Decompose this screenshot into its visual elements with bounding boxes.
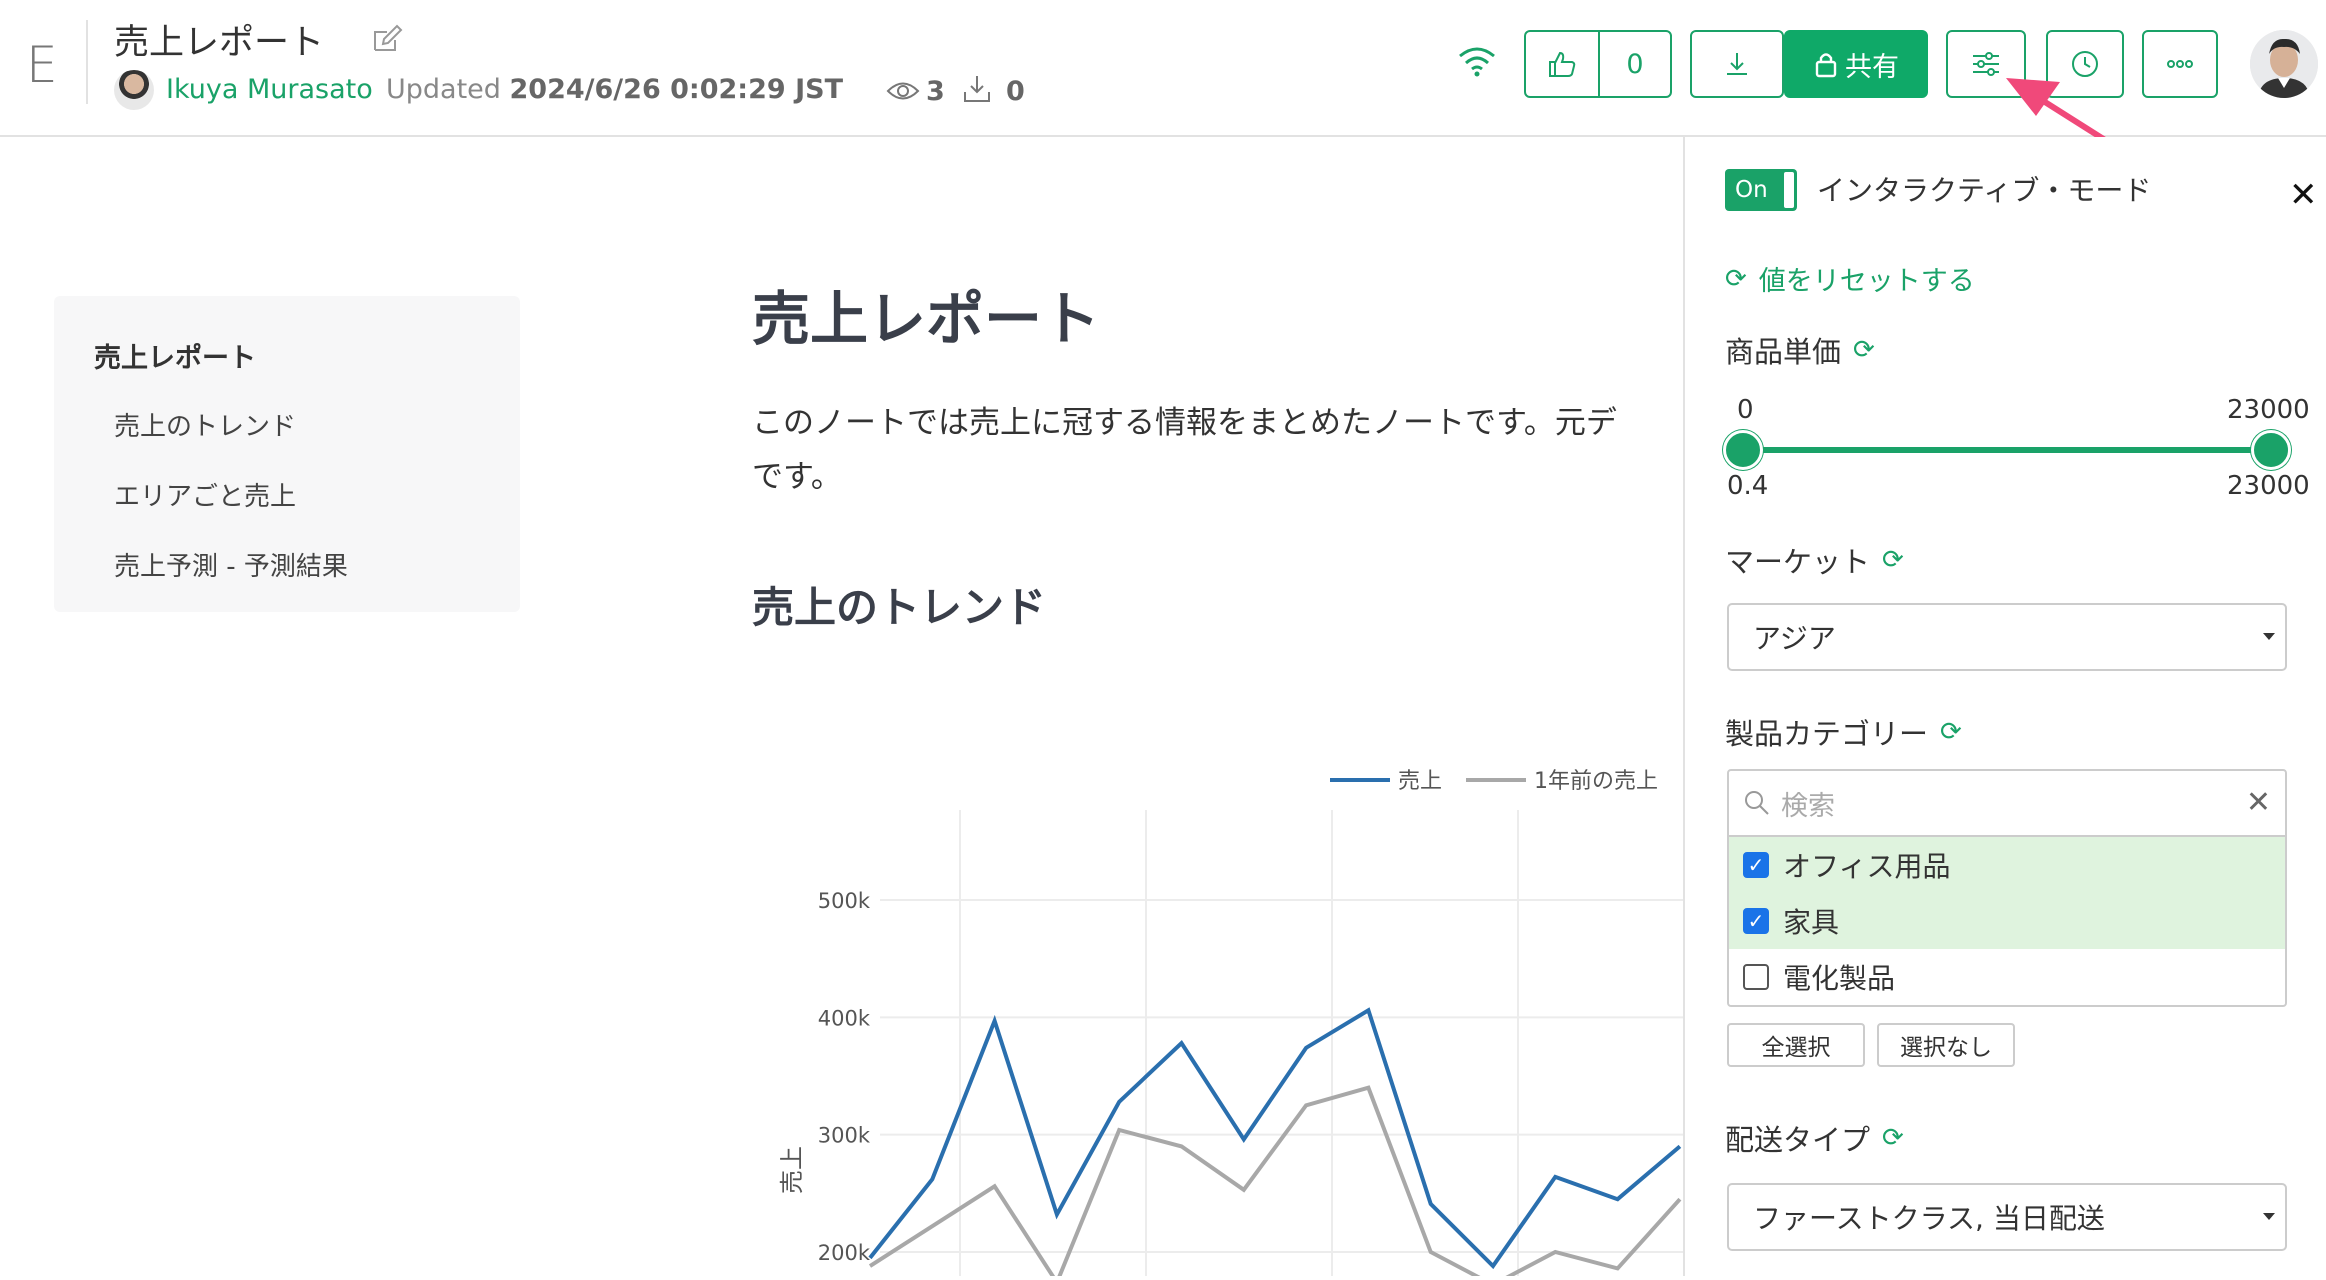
checkbox-checked-icon[interactable]: ✓: [1743, 852, 1769, 878]
edit-icon[interactable]: [371, 24, 403, 56]
shipping-select[interactable]: ファーストクラス, 当日配送: [1727, 1183, 2287, 1251]
shipping-section-label: 配送タイプ ⟳: [1725, 1117, 1904, 1159]
toc-title[interactable]: 売上レポート: [94, 336, 256, 375]
like-button[interactable]: [1526, 32, 1598, 96]
chart-y-axis-label: 売上: [778, 1146, 806, 1194]
reset-values-link[interactable]: ⟳ 値をリセットする: [1725, 259, 1975, 298]
checkbox-checked-icon[interactable]: ✓: [1743, 908, 1769, 934]
updated-prefix: Updated: [386, 74, 501, 105]
refresh-icon: ⟳: [1725, 263, 1747, 294]
market-select[interactable]: アジア: [1727, 603, 2287, 671]
chart-y-tick-label: 500k: [818, 889, 871, 913]
sales-trend-chart: 200k 300k 400k 500k 売上 売上 1年前の売上: [760, 750, 1684, 1280]
price-max-value: 23000: [2227, 471, 2310, 501]
updated-time: 2024/6/26 0:02:29 JST: [509, 74, 843, 105]
checkbox-unchecked-icon[interactable]: [1743, 964, 1769, 990]
price-label: 商品単価: [1725, 335, 1842, 369]
chart-legend-label: 1年前の売上: [1534, 769, 1658, 794]
author-link[interactable]: Ikuya Murasato: [166, 74, 373, 105]
author-avatar[interactable]: [114, 70, 154, 110]
description-line-2: です。: [752, 459, 842, 495]
download-count-icon: [964, 76, 990, 102]
table-of-contents: 売上レポート 売上のトレンド エリアごと売上 売上予測 - 予測結果: [54, 296, 520, 612]
close-icon[interactable]: ✕: [2289, 175, 2318, 215]
description-line-1: このノートでは売上に冠する情報をまとめたノートです。元デ: [752, 405, 1617, 441]
price-min-label: 0: [1737, 395, 1754, 425]
download-count: 0: [1006, 76, 1025, 107]
share-button[interactable]: 共有: [1784, 30, 1928, 98]
toggle-knob: [1784, 172, 1794, 208]
download-icon: [1727, 53, 1747, 75]
price-slider-track[interactable]: [1741, 447, 2271, 453]
price-slider-max-handle[interactable]: [2251, 430, 2291, 470]
report-heading: 売上レポート: [752, 285, 1101, 353]
toc-item-forecast[interactable]: 売上予測 - 予測結果: [114, 546, 348, 583]
eye-icon: [886, 82, 920, 100]
market-label: マーケット: [1725, 545, 1871, 579]
header: E 売上レポート Ikuya Murasato Updated 2024/6/2…: [0, 0, 2326, 137]
category-section-label: 製品カテゴリー ⟳: [1725, 711, 1962, 753]
chart-y-tick-label: 400k: [818, 1006, 871, 1030]
chart-y-tick-label: 200k: [818, 1241, 871, 1265]
trend-heading: 売上のトレンド: [752, 583, 1047, 632]
select-all-button[interactable]: 全選択: [1727, 1023, 1865, 1067]
category-label: 製品カテゴリー: [1725, 717, 1929, 751]
category-option-furniture[interactable]: ✓ 家具: [1729, 893, 2285, 949]
interactive-panel: On インタラクティブ・モード ✕ ⟳ 値をリセットする 商品単価 ⟳ 0 23…: [1683, 137, 2326, 1276]
price-min-value: 0.4: [1727, 471, 1769, 501]
like-button-group[interactable]: 0: [1524, 30, 1672, 98]
toc-item-area[interactable]: エリアごと売上: [114, 476, 296, 513]
category-option-label: 電化製品: [1783, 962, 1896, 995]
chart-legend-label: 売上: [1398, 769, 1442, 794]
chart-svg: 200k300k400k500k売上売上 1年前の売上: [778, 769, 1684, 1280]
price-slider-min-handle[interactable]: [1723, 430, 1763, 470]
category-option-electronics[interactable]: 電化製品: [1729, 949, 2285, 1005]
chart-series-line: [868, 1007, 1682, 1270]
category-option-label: 家具: [1783, 906, 1840, 939]
user-avatar-image: [2250, 30, 2318, 98]
like-count[interactable]: 0: [1598, 32, 1670, 96]
report-description: このノートでは売上に冠する情報をまとめたノートです。元デ です。: [752, 396, 1682, 504]
toc-item-trend[interactable]: 売上のトレンド: [114, 406, 296, 443]
market-refresh-icon[interactable]: ⟳: [1882, 545, 1904, 575]
price-section-label: 商品単価 ⟳: [1725, 329, 1875, 371]
chart-series-line: [868, 1085, 1682, 1280]
shipping-label: 配送タイプ: [1725, 1123, 1871, 1157]
chart-y-tick-label: 300k: [818, 1124, 871, 1148]
chevron-down-icon: [2263, 633, 2275, 640]
category-option-label: オフィス用品: [1783, 850, 1951, 883]
shipping-refresh-icon[interactable]: ⟳: [1882, 1123, 1904, 1153]
app-logo[interactable]: E: [26, 36, 58, 94]
category-search[interactable]: 検索 ✕: [1729, 771, 2285, 837]
chevron-down-icon: [2263, 1213, 2275, 1220]
clear-search-icon[interactable]: ✕: [2246, 785, 2271, 820]
toggle-label: On: [1735, 177, 1768, 203]
download-button[interactable]: [1690, 30, 1784, 98]
user-avatar[interactable]: [2250, 30, 2318, 98]
share-label: 共有: [1845, 51, 1899, 83]
price-max-label: 23000: [2227, 395, 2310, 425]
interactive-mode-label: インタラクティブ・モード: [1817, 174, 2152, 207]
view-count: 3: [926, 76, 945, 107]
shipping-value: ファーストクラス, 当日配送: [1753, 1202, 2105, 1235]
category-checkbox-list: 検索 ✕ ✓ オフィス用品 ✓ 家具 電化製品: [1727, 769, 2287, 1007]
reset-label: 値をリセットする: [1758, 266, 1975, 297]
page-title: 売上レポート: [114, 23, 325, 63]
lock-icon: [1815, 53, 1837, 78]
category-search-placeholder: 検索: [1781, 790, 1835, 822]
updated-info: Updated 2024/6/26 0:02:29 JST: [386, 74, 843, 105]
select-none-button[interactable]: 選択なし: [1877, 1023, 2015, 1067]
market-section-label: マーケット ⟳: [1725, 539, 1904, 581]
category-refresh-icon[interactable]: ⟳: [1940, 717, 1962, 747]
price-refresh-icon[interactable]: ⟳: [1853, 335, 1875, 365]
market-value: アジア: [1753, 622, 1836, 655]
interactive-mode-toggle[interactable]: On: [1725, 169, 1797, 211]
thumbs-up-icon: [1549, 51, 1576, 77]
category-option-office[interactable]: ✓ オフィス用品: [1729, 837, 2285, 893]
search-icon: [1745, 791, 1769, 815]
wifi-icon: [1459, 47, 1495, 77]
divider: [86, 20, 88, 104]
